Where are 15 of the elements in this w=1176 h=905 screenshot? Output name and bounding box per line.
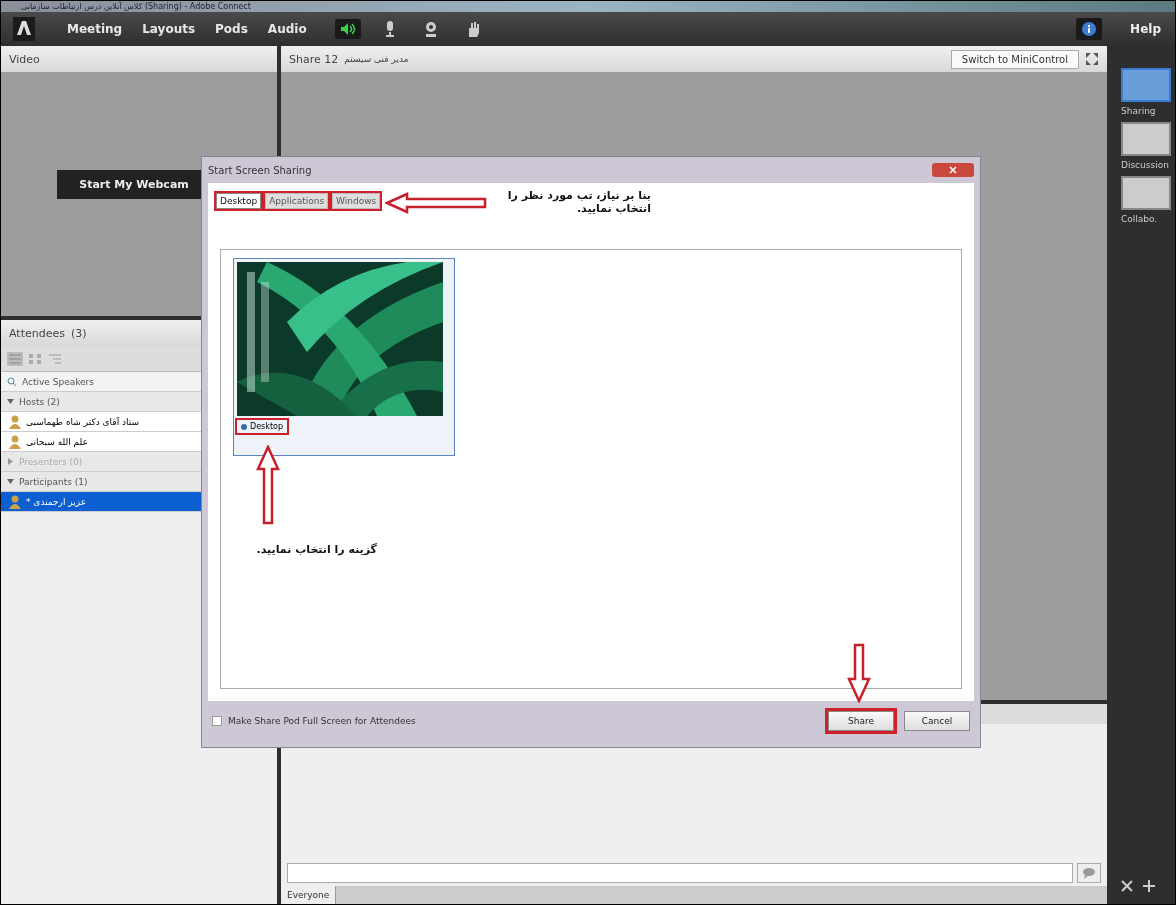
- pod-subtitle: مدیر فنی سیستم: [344, 54, 409, 64]
- pod-title: Video: [9, 52, 40, 66]
- checkbox-label: Make Share Pod Full Screen for Attendees: [228, 716, 416, 726]
- group-label: Participants (1): [19, 476, 88, 487]
- annotation-text: گزینه را انتخاب نمایید.: [255, 543, 377, 556]
- attendee-name: علم الله سبحانی: [26, 436, 88, 447]
- attendee-count: (3): [70, 326, 87, 340]
- pod-title: Attendees: [9, 326, 65, 340]
- pod-title: Share 12: [289, 52, 339, 66]
- group-label: Hosts (2): [19, 396, 60, 407]
- annotation-text: بنا بر نیاز، تب مورد نظر را انتخاب نمایید.: [506, 189, 651, 215]
- dialog-title: Start Screen Sharing: [208, 164, 312, 176]
- window-title: کلاس آنلاین درس ارتباطات سازمانی (Sharing) - Adobe Connect: [1, 1, 1175, 12]
- attendee-name: عزیز ارجمندی *: [26, 496, 87, 507]
- attendee-name: ستاد آقای دکتر شاه طهماسبی: [26, 416, 140, 427]
